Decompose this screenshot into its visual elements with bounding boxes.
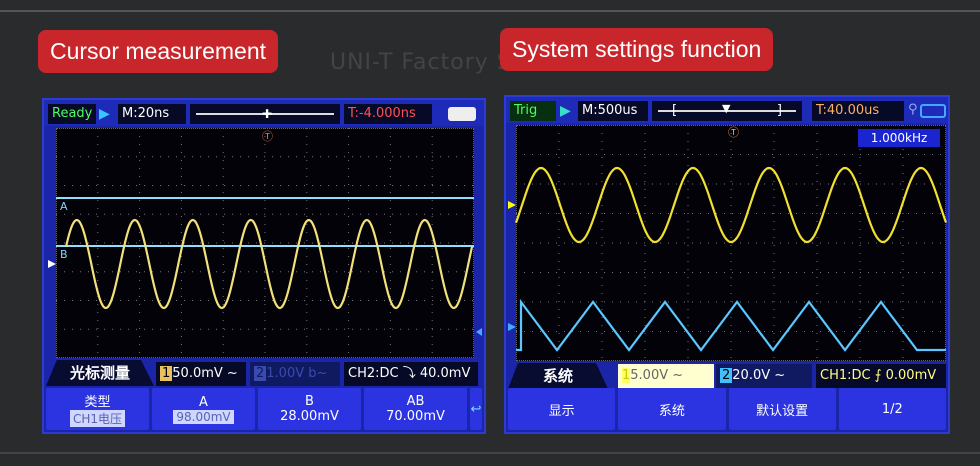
menu-label: AB xyxy=(406,394,425,409)
trigger-info: CH1:DC ⨍ 0.00mV xyxy=(816,364,946,388)
menu-system[interactable]: 系统 xyxy=(618,388,726,430)
menu-value: 70.00mV xyxy=(386,409,445,424)
menu-tab-cursor[interactable]: 光标测量 xyxy=(46,360,154,386)
menu-display[interactable]: 显示 xyxy=(508,388,616,430)
menu-page[interactable]: 1/2 xyxy=(838,388,946,430)
menu-label: B xyxy=(305,394,314,409)
cursor-b-label: B xyxy=(60,248,68,261)
ch1-badge: 1 xyxy=(160,366,173,381)
menu-cursor-ab[interactable]: AB 70.00mV xyxy=(364,388,467,430)
ch1-scale-value: 50.0mV ~ xyxy=(172,366,238,381)
ch2-scale-value: 1.00V b~ xyxy=(266,366,328,381)
ch2-ground-marker-icon xyxy=(508,323,516,331)
softkey-menu: 显示 系统 默认设置 1/2 xyxy=(506,386,948,432)
ch2-scale[interactable]: 2 1.00V b~ xyxy=(250,362,340,386)
menu-cursor-a[interactable]: A 98.00mV xyxy=(152,388,255,430)
ch1-scale[interactable]: 15.00V ~ xyxy=(618,364,714,388)
ch1-ground-marker-icon xyxy=(48,260,56,268)
menu-cursor-b[interactable]: B 28.00mV xyxy=(258,388,361,430)
ch2-badge: 2 xyxy=(254,366,267,381)
menu-label: 类型 xyxy=(84,395,111,410)
menu-type[interactable]: 类型 CH1电压 xyxy=(46,388,149,430)
system-settings-label: System settings function xyxy=(500,28,774,71)
ch2-scale-value: 20.0V ~ xyxy=(732,368,786,383)
ch1-waveform xyxy=(64,218,474,310)
menu-value: 28.00mV xyxy=(280,409,339,424)
softkey-menu: 类型 CH1电压 A 98.00mV B 28.00mV AB 70.00mV ↩ xyxy=(44,386,484,432)
menu-label: A xyxy=(199,394,208,410)
ch2-scale[interactable]: 2 20.0V ~ xyxy=(716,364,812,388)
menu-value: CH1电压 xyxy=(69,410,126,427)
menu-default-settings[interactable]: 默认设置 xyxy=(728,388,836,430)
trigger-marker-icon: Ⓣ xyxy=(728,126,739,139)
trigger-marker-icon: Ⓣ xyxy=(262,130,273,143)
cursor-measurement-label: Cursor measurement xyxy=(38,30,279,73)
ch2-badge: 2 xyxy=(720,368,733,383)
return-icon[interactable]: ↩ xyxy=(470,388,482,430)
ch1-scale[interactable]: 1 50.0mV ~ xyxy=(156,362,246,386)
trigger-level-marker-icon xyxy=(476,328,482,336)
divider xyxy=(0,452,980,454)
trigger-info: CH2:DC ⤵ 40.0mV xyxy=(344,362,478,386)
frequency-readout: 1.000kHz xyxy=(858,129,940,147)
ch1-scale-value: 5.00V ~ xyxy=(630,368,684,383)
cursor-a-label: A xyxy=(60,200,68,213)
divider xyxy=(0,10,980,12)
ch1-ground-marker-icon xyxy=(508,201,516,209)
scope-screen-left: Ready ▶ M:20ns ✚ T:-4.000ns A B Ⓣ 光标测量 1… xyxy=(42,98,486,434)
menu-value: 98.00mV xyxy=(173,409,234,424)
scope-screen-right: Trig ▶ M:500us [] ▼ T:40.00us ⚲ 1.000kHz … xyxy=(504,95,950,434)
